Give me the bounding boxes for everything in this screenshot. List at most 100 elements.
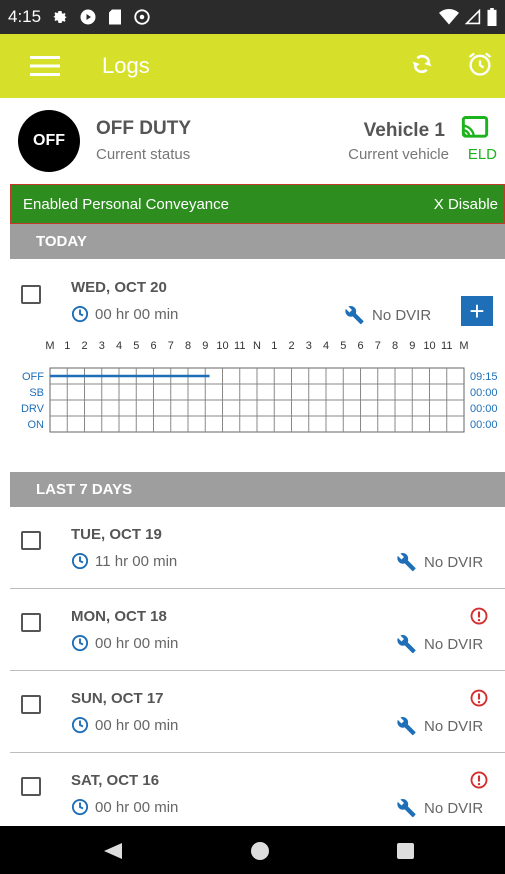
day-duration: 11 hr 00 min	[71, 552, 177, 570]
row-divider	[10, 752, 505, 753]
duty-status-title: OFF DUTY	[96, 118, 191, 139]
day-duration: 00 hr 00 min	[71, 798, 178, 816]
dvir-text: No DVIR	[424, 799, 484, 817]
clock-time: 4:15	[8, 7, 42, 26]
hour-label: 6	[357, 340, 363, 352]
hamburger-menu-icon[interactable]	[30, 56, 60, 76]
day-date: SAT, OCT 16	[71, 772, 160, 789]
signal-icon	[465, 9, 481, 25]
clock-icon	[71, 552, 89, 570]
graph-row-total: 00:00	[470, 403, 498, 415]
hour-label: 5	[133, 340, 139, 352]
hours-of-service-graph: M 1 2 3 4 5 6 7 8 9 10 11 N 1 2 3 4 5 6 7 8 9 10 11 MOFF 09:15SB 0…	[21, 340, 498, 433]
system-status-bar: 4:15	[0, 0, 505, 34]
hour-label: 9	[202, 340, 208, 352]
day-select-checkbox[interactable]	[21, 531, 41, 550]
clock-icon	[71, 305, 89, 323]
vehicle-subtitle: Current vehicle	[348, 146, 449, 163]
dvir-text: No DVIR	[424, 717, 484, 735]
section-header-last7: LAST 7 DAYS	[10, 472, 505, 507]
day-select-checkbox[interactable]	[21, 285, 41, 304]
row-divider	[10, 588, 505, 589]
alarm-clock-icon[interactable]	[466, 50, 494, 78]
hour-label: 4	[116, 340, 122, 352]
duration-text: 00 hr 00 min	[95, 798, 179, 816]
alert-icon[interactable]	[470, 607, 488, 625]
graph-row-label: SB	[29, 387, 44, 399]
day-dvir[interactable]: No DVIR	[396, 552, 483, 572]
clock-icon	[71, 634, 89, 652]
system-navigation-bar	[0, 826, 505, 874]
eld-label: ELD	[467, 146, 497, 163]
day-select-checkbox[interactable]	[21, 777, 41, 796]
wrench-icon	[397, 798, 416, 818]
hour-label: 10	[423, 340, 435, 352]
sync-icon[interactable]	[408, 50, 436, 78]
hour-label: 7	[168, 340, 174, 352]
hour-label: 8	[185, 340, 191, 352]
day-duration: 00 hr 00 min	[71, 634, 178, 652]
disable-conveyance-button[interactable]: X Disable	[434, 196, 498, 213]
dvir-text: No DVIR	[424, 553, 484, 571]
hour-label: 6	[150, 340, 156, 352]
hour-label: 3	[99, 340, 105, 352]
day-dvir[interactable]: No DVIR	[396, 798, 483, 818]
alert-icon[interactable]	[470, 689, 488, 707]
duty-status-subtitle: Current status	[96, 146, 191, 163]
hour-label: 2	[288, 340, 294, 352]
eld-connection-icon[interactable]	[461, 116, 489, 140]
current-status-panel: OFF OFF DUTY Current status Vehicle 1 Cu…	[0, 98, 505, 184]
graph-row-label: ON	[28, 419, 45, 431]
day-select-checkbox[interactable]	[21, 613, 41, 632]
wifi-icon	[439, 9, 459, 25]
hour-label: M	[459, 340, 468, 352]
clock-icon	[71, 798, 89, 816]
hour-label: 11	[234, 340, 245, 352]
at-sign-icon	[134, 9, 150, 25]
recents-icon[interactable]	[397, 843, 414, 859]
wrench-icon	[345, 305, 364, 325]
hour-label: M	[45, 340, 54, 352]
day-date: MON, OCT 18	[71, 608, 167, 625]
wrench-icon	[397, 634, 416, 654]
hour-label: 9	[409, 340, 415, 352]
day-dvir[interactable]: No DVIR	[396, 634, 483, 654]
clock-icon	[71, 716, 89, 734]
hour-label: 1	[271, 340, 277, 352]
personal-conveyance-banner: Enabled Personal Conveyance X Disable	[10, 184, 505, 224]
hour-label: 5	[340, 340, 346, 352]
hour-label: N	[253, 340, 261, 352]
graph-row-total: 00:00	[470, 387, 498, 399]
day-date: SUN, OCT 17	[71, 690, 164, 707]
hour-label: 7	[375, 340, 381, 352]
graph-row-label: DRV	[21, 403, 45, 415]
alert-icon[interactable]	[470, 771, 488, 789]
duration-text: 00 hr 00 min	[95, 716, 179, 734]
hour-label: 8	[392, 340, 398, 352]
wrench-icon	[397, 716, 416, 736]
hour-label: 3	[306, 340, 312, 352]
today-duration: 00 hr 00 min	[71, 305, 178, 323]
home-icon[interactable]	[251, 842, 269, 860]
day-date: TUE, OCT 19	[71, 526, 162, 543]
play-store-icon	[80, 9, 96, 25]
today-dvir[interactable]: No DVIR	[344, 305, 431, 325]
duration-text: 00 hr 00 min	[95, 634, 179, 652]
day-dvir[interactable]: No DVIR	[396, 716, 483, 736]
back-icon[interactable]	[104, 843, 122, 859]
hour-label: 1	[64, 340, 70, 352]
graph-row-total: 00:00	[470, 419, 498, 431]
vehicle-title[interactable]: Vehicle 1	[364, 120, 445, 142]
battery-icon	[487, 8, 497, 26]
day-duration: 00 hr 00 min	[71, 716, 178, 734]
add-event-button[interactable]: +	[461, 296, 493, 326]
duty-status-badge[interactable]: OFF	[18, 110, 80, 172]
graph-row-total: 09:15	[470, 371, 498, 383]
sd-card-icon	[109, 9, 122, 25]
wrench-icon	[397, 552, 416, 572]
day-select-checkbox[interactable]	[21, 695, 41, 714]
dvir-text: No DVIR	[372, 306, 432, 324]
hour-label: 11	[441, 340, 452, 352]
graph-row-label: OFF	[22, 371, 44, 383]
hour-label: 4	[323, 340, 329, 352]
